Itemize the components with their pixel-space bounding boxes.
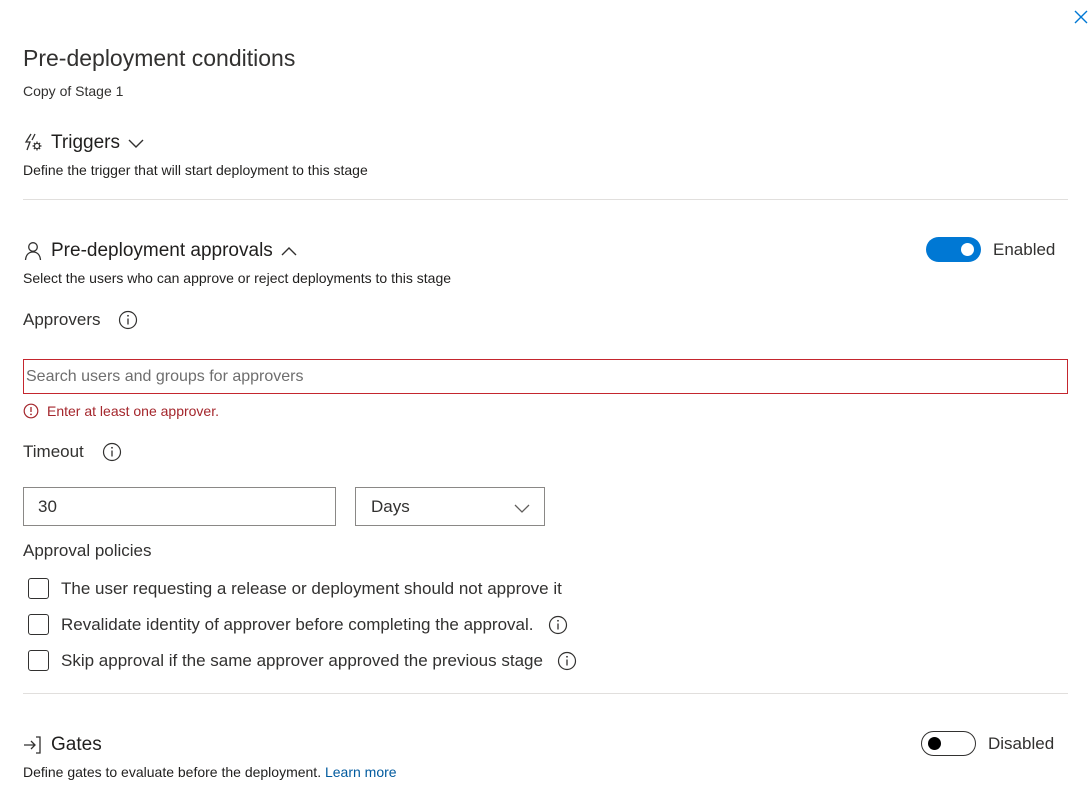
policy-label: The user requesting a release or deploym… — [61, 578, 562, 598]
policy-row[interactable]: The user requesting a release or deploym… — [28, 578, 562, 599]
learn-more-link[interactable]: Learn more — [325, 764, 397, 780]
timeout-label-text: Timeout — [23, 442, 84, 461]
pre-deployment-conditions-panel: Pre-deployment conditions Copy of Stage … — [0, 0, 1090, 797]
triggers-icon — [23, 133, 43, 153]
approvers-label: Approvers — [23, 310, 138, 330]
info-icon[interactable] — [118, 310, 138, 330]
error-icon — [23, 403, 39, 419]
triggers-description: Define the trigger that will start deplo… — [23, 162, 368, 178]
triggers-heading: Triggers — [51, 132, 120, 153]
triggers-section-header[interactable]: Triggers — [23, 132, 144, 154]
approvals-heading: Pre-deployment approvals — [51, 240, 273, 261]
approvals-description: Select the users who can approve or reje… — [23, 270, 452, 286]
person-icon — [23, 241, 43, 261]
approvers-search-input[interactable] — [23, 359, 1068, 394]
gates-section-header[interactable]: Gates — [23, 734, 102, 756]
timeout-unit-dropdown[interactable]: Days — [355, 487, 545, 526]
timeout-unit-value: Days — [371, 496, 410, 516]
policy-checkbox[interactable] — [28, 650, 49, 671]
gates-description-text: Define gates to evaluate before the depl… — [23, 764, 322, 780]
gates-description: Define gates to evaluate before the depl… — [23, 764, 397, 780]
info-icon[interactable] — [548, 615, 568, 635]
chevron-up-icon — [281, 243, 297, 259]
approvals-toggle[interactable]: Enabled — [926, 237, 1055, 262]
section-divider — [23, 693, 1068, 694]
toggle-switch[interactable] — [921, 731, 976, 756]
policy-checkbox[interactable] — [28, 578, 49, 599]
close-icon — [1074, 10, 1088, 24]
section-divider — [23, 199, 1068, 200]
approval-policies-title: Approval policies — [23, 541, 152, 560]
timeout-label: Timeout — [23, 442, 122, 462]
panel-title: Pre-deployment conditions — [23, 45, 296, 71]
approvals-toggle-label: Enabled — [993, 239, 1056, 259]
policy-label: Skip approval if the same approver appro… — [61, 650, 543, 670]
policy-checkbox[interactable] — [28, 614, 49, 635]
timeout-input[interactable] — [23, 487, 336, 526]
gates-toggle-label: Disabled — [988, 733, 1055, 753]
chevron-down-icon — [128, 135, 144, 151]
stage-name: Copy of Stage 1 — [23, 83, 124, 99]
gates-icon — [23, 735, 43, 755]
close-button[interactable] — [1072, 8, 1090, 26]
approvers-error: Enter at least one approver. — [23, 403, 219, 419]
policy-row[interactable]: Revalidate identity of approver before c… — [28, 614, 568, 635]
error-text: Enter at least one approver. — [47, 403, 219, 419]
approvers-label-text: Approvers — [23, 310, 101, 329]
info-icon[interactable] — [102, 442, 122, 462]
chevron-down-icon — [514, 500, 530, 516]
gates-toggle[interactable]: Disabled — [921, 731, 1054, 756]
toggle-switch[interactable] — [926, 237, 981, 262]
gates-heading: Gates — [51, 734, 102, 755]
approvals-section-header[interactable]: Pre-deployment approvals — [23, 240, 297, 262]
policy-row[interactable]: Skip approval if the same approver appro… — [28, 650, 577, 671]
policy-label: Revalidate identity of approver before c… — [61, 614, 534, 634]
info-icon[interactable] — [557, 651, 577, 671]
